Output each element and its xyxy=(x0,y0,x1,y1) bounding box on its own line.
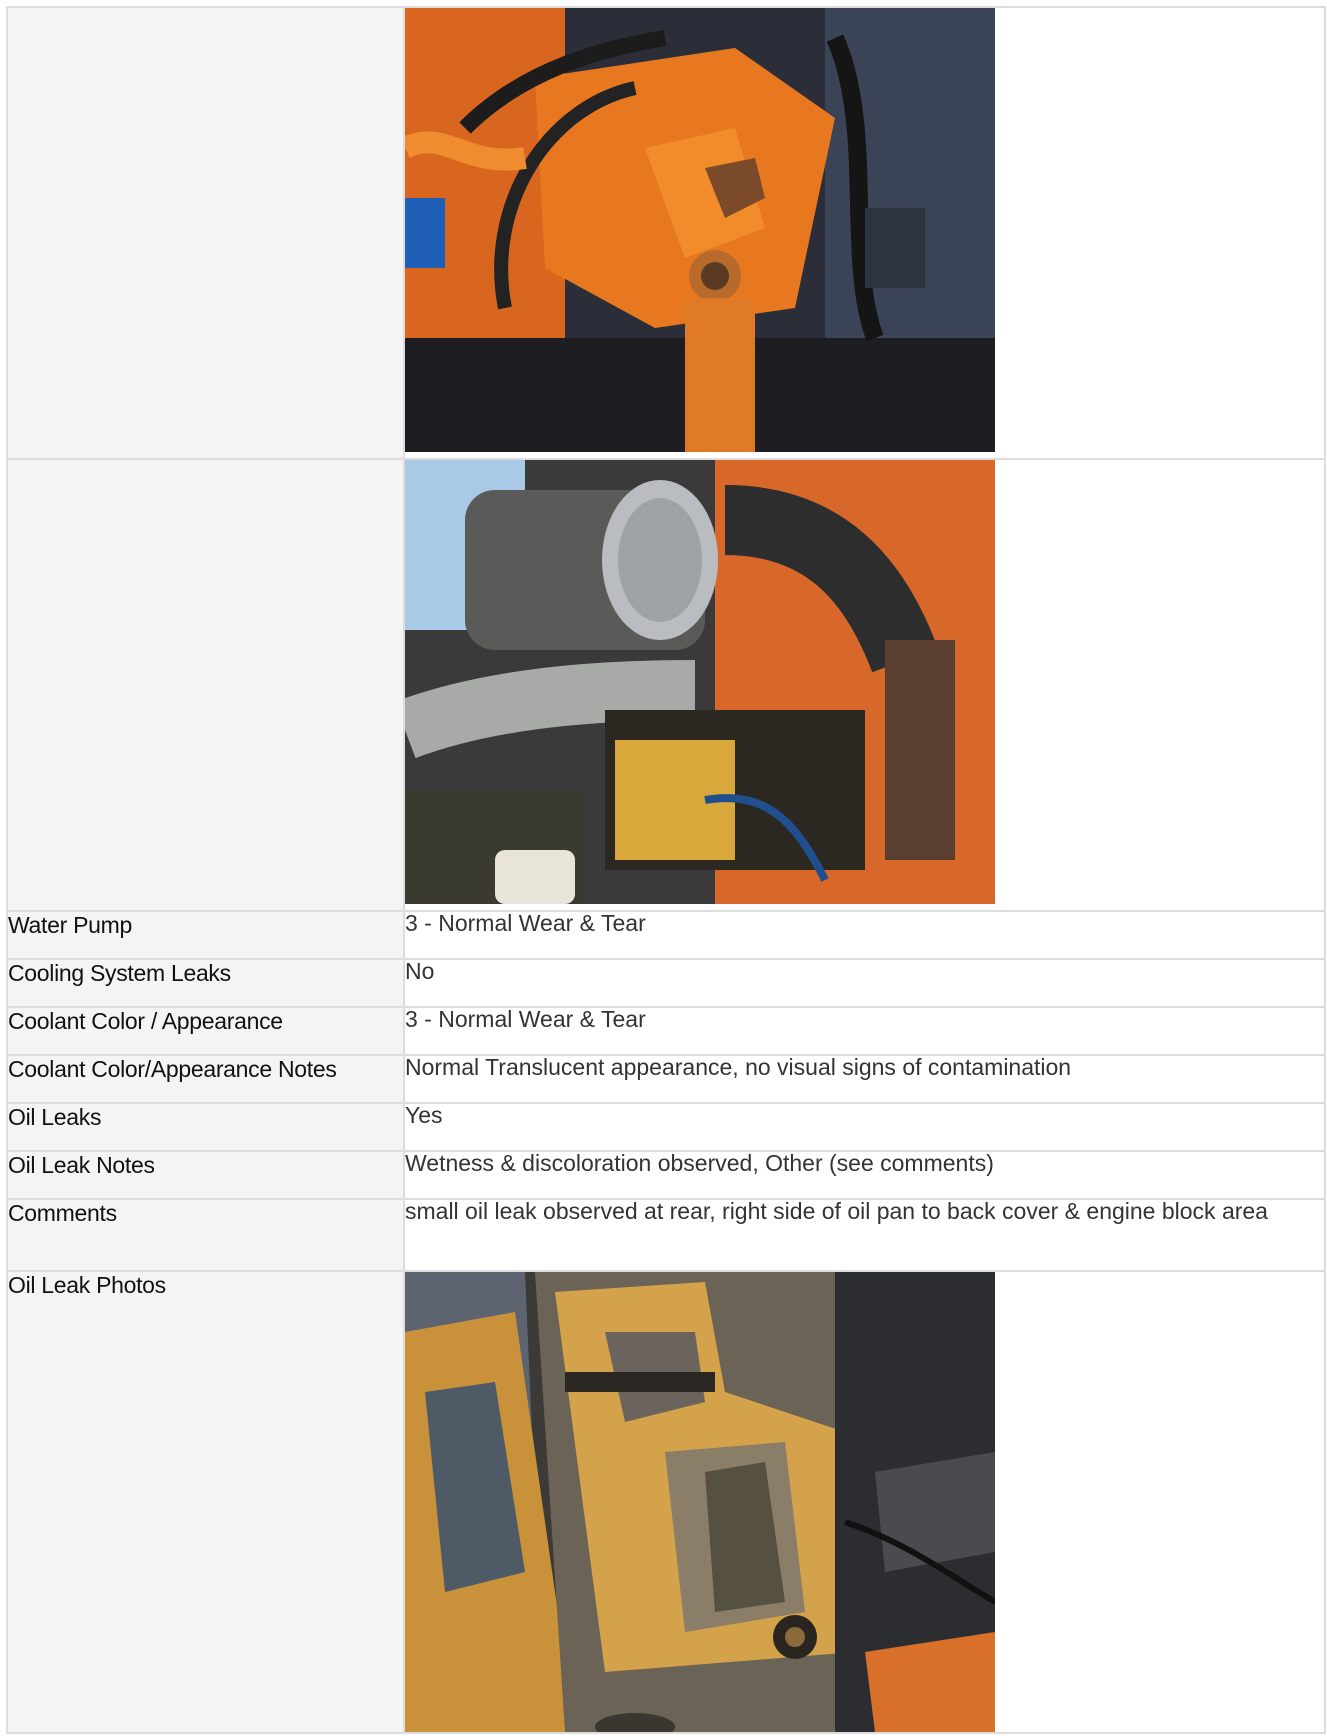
table-row: Water Pump 3 - Normal Wear & Tear xyxy=(6,910,1326,960)
row-label: Oil Leak Photos xyxy=(6,1270,405,1734)
photo-cell xyxy=(403,458,1326,912)
row-label: Coolant Color / Appearance xyxy=(6,1006,405,1056)
row-label: Comments xyxy=(6,1198,405,1272)
row-value: Wetness & discoloration observed, Other … xyxy=(403,1150,1326,1200)
row-label: Cooling System Leaks xyxy=(6,958,405,1008)
empty-label-cell xyxy=(6,6,405,460)
table-row: Oil Leak Photos xyxy=(6,1270,1326,1734)
row-value: 3 - Normal Wear & Tear xyxy=(403,1006,1326,1056)
row-label: Water Pump xyxy=(6,910,405,960)
table-row: Coolant Color/Appearance Notes Normal Tr… xyxy=(6,1054,1326,1104)
table-row: Oil Leak Notes Wetness & discoloration o… xyxy=(6,1150,1326,1200)
row-value: 3 - Normal Wear & Tear xyxy=(403,910,1326,960)
row-value: No xyxy=(403,958,1326,1008)
row-value: small oil leak observed at rear, right s… xyxy=(403,1198,1326,1272)
row-label: Coolant Color/Appearance Notes xyxy=(6,1054,405,1104)
inspection-table: Water Pump 3 - Normal Wear & Tear Coolin… xyxy=(6,6,1326,1734)
oil-leak-photo[interactable] xyxy=(405,1272,995,1732)
photo-row xyxy=(6,458,1326,912)
engine-bay-photo[interactable] xyxy=(405,460,995,904)
table-row: Cooling System Leaks No xyxy=(6,958,1326,1008)
table-row: Oil Leaks Yes xyxy=(6,1102,1326,1152)
photo-cell xyxy=(403,1270,1326,1734)
table-row: Coolant Color / Appearance 3 - Normal We… xyxy=(6,1006,1326,1056)
row-label: Oil Leaks xyxy=(6,1102,405,1152)
row-label: Oil Leak Notes xyxy=(6,1150,405,1200)
row-value: Yes xyxy=(403,1102,1326,1152)
row-value: Normal Translucent appearance, no visual… xyxy=(403,1054,1326,1104)
photo-row xyxy=(6,6,1326,460)
photo-cell xyxy=(403,6,1326,460)
steering-gear-photo[interactable] xyxy=(405,8,995,452)
table-row: Comments small oil leak observed at rear… xyxy=(6,1198,1326,1272)
empty-label-cell xyxy=(6,458,405,912)
